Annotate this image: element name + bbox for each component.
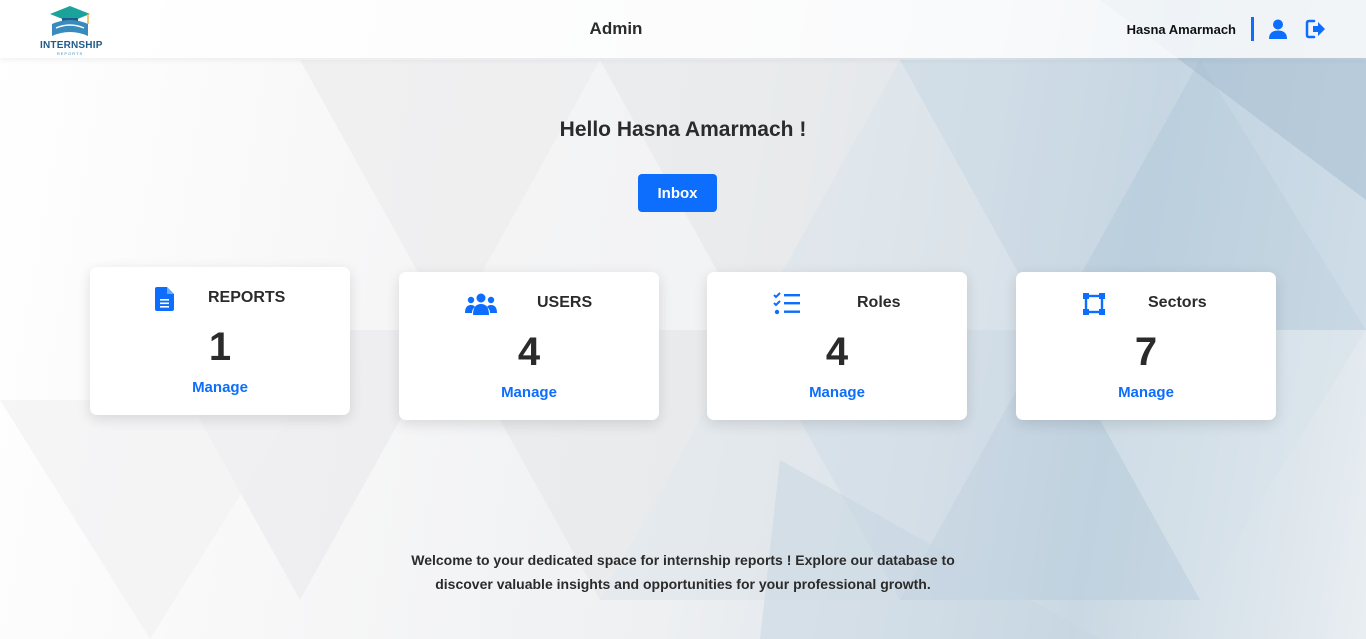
- users-count: 4: [517, 330, 541, 374]
- sectors-card: Sectors 7 Manage: [1016, 272, 1276, 420]
- roles-label: Roles: [857, 294, 901, 311]
- greeting-heading: Hello Hasna Amarmach !: [559, 118, 807, 141]
- page-title: Admin: [589, 19, 643, 38]
- logout-icon[interactable]: [1305, 18, 1327, 40]
- roles-count: 4: [825, 330, 849, 374]
- welcome-message-line-1: Welcome to your dedicated space for inte…: [411, 552, 955, 568]
- inbox-button[interactable]: Inbox: [638, 174, 717, 212]
- manage-sectors-link[interactable]: Manage: [1016, 384, 1276, 401]
- manage-reports-link[interactable]: Manage: [90, 379, 350, 396]
- users-card: USERS 4 Manage: [399, 272, 659, 420]
- dashboard-main: Hello Hasna Amarmach ! Inbox REPORTS 1 M…: [0, 0, 1366, 639]
- users-icon: [465, 291, 497, 317]
- reports-label: REPORTS: [208, 289, 286, 306]
- reports-count: 1: [208, 325, 232, 369]
- header-divider: [1251, 17, 1254, 41]
- top-navbar: INTERNSHIP REPORTS Admin Hasna Amarmach: [0, 0, 1366, 58]
- file-icon: [154, 286, 184, 312]
- manage-roles-link[interactable]: Manage: [707, 384, 967, 401]
- roles-card: Roles 4 Manage: [707, 272, 967, 420]
- welcome-message-line-2: discover valuable insights and opportuni…: [435, 576, 931, 592]
- logo-text: INTERNSHIP: [40, 40, 103, 51]
- reports-card: REPORTS 1 Manage: [90, 267, 350, 415]
- vector-square-icon: [1082, 292, 1112, 318]
- sectors-count: 7: [1134, 330, 1158, 374]
- current-user-name: Hasna Amarmach: [1126, 22, 1236, 37]
- list-check-icon: [773, 291, 803, 317]
- logo-subtext: REPORTS: [56, 51, 84, 56]
- user-icon[interactable]: [1267, 18, 1289, 40]
- users-label: USERS: [537, 294, 593, 311]
- manage-users-link[interactable]: Manage: [399, 384, 659, 401]
- welcome-message: Welcome to your dedicated space for inte…: [383, 548, 983, 596]
- sectors-label: Sectors: [1148, 294, 1207, 311]
